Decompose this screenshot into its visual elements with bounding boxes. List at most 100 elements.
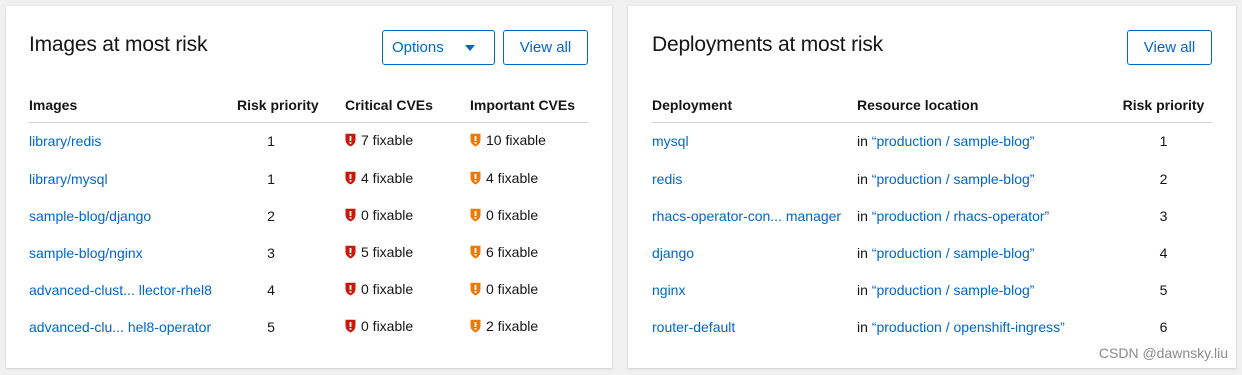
- deployments-table: Deployment Resource location Risk priori…: [652, 89, 1212, 345]
- deployments-card-title: Deployments at most risk: [652, 33, 883, 56]
- images-view-all-button[interactable]: View all: [503, 30, 588, 65]
- important-shield-icon: [470, 171, 481, 184]
- critical-shield-icon: [345, 282, 356, 295]
- critical-cves-value: 0 fixable: [345, 281, 413, 297]
- risk-priority-value: 5: [1159, 281, 1168, 298]
- table-row: advanced-clust... llector-rhel8 4 0 fixabl…: [29, 271, 588, 308]
- resource-location-cell: in “production / sample-blog”: [857, 271, 1115, 308]
- critical-shield-icon: [345, 208, 356, 221]
- important-cves-value: 2 fixable: [470, 318, 538, 334]
- important-shield-icon: [470, 134, 481, 147]
- risk-priority-value: 1: [1159, 133, 1168, 150]
- caret-down-icon: [465, 45, 475, 51]
- deployments-view-all-button[interactable]: View all: [1127, 30, 1212, 65]
- important-shield-icon: [470, 245, 481, 258]
- resource-location-cell: in “production / rhacs-operator”: [857, 197, 1115, 234]
- critical-cves-value: 0 fixable: [345, 207, 413, 223]
- column-header-risk-priority: Risk priority: [237, 89, 339, 123]
- table-row: library/mysql 1 4 fixable 4 fixable: [29, 160, 588, 197]
- deployment-link[interactable]: django: [652, 245, 694, 261]
- risk-priority-value: 4: [1159, 244, 1168, 261]
- resource-location-cell: in “production / sample-blog”: [857, 122, 1115, 160]
- important-shield-icon: [470, 208, 481, 221]
- important-fixable-text: 10 fixable: [486, 132, 546, 149]
- important-shield-icon: [470, 319, 481, 332]
- critical-cves-value: 5 fixable: [345, 244, 413, 260]
- column-header-resource-location: Resource location: [857, 89, 1115, 123]
- critical-cves-value: 4 fixable: [345, 170, 413, 186]
- deployment-link[interactable]: mysql: [652, 133, 689, 149]
- table-row: library/redis 1 7 fixable 10 fixable: [29, 122, 588, 160]
- resource-location-cell: in “production / sample-blog”: [857, 160, 1115, 197]
- watermark: CSDN @dawnsky.liu: [1098, 345, 1228, 361]
- resource-location-link[interactable]: “production / sample-blog”: [872, 133, 1035, 149]
- column-header-risk-priority: Risk priority: [1115, 89, 1212, 123]
- critical-fixable-text: 0 fixable: [361, 317, 414, 334]
- deployment-link[interactable]: redis: [652, 171, 682, 187]
- important-cves-value: 6 fixable: [470, 244, 538, 260]
- important-fixable-text: 2 fixable: [486, 317, 539, 334]
- column-header-critical-cves: Critical CVEs: [339, 89, 470, 123]
- critical-shield-icon: [345, 245, 356, 258]
- images-card-title: Images at most risk: [29, 33, 208, 56]
- location-prefix: in: [857, 133, 868, 150]
- critical-fixable-text: 5 fixable: [361, 243, 414, 260]
- deployments-table-header: Deployment Resource location Risk priori…: [652, 89, 1212, 123]
- resource-location-link[interactable]: “production / openshift-ingress”: [872, 319, 1065, 335]
- table-row: sample-blog/django 2 0 fixable 0 fixable: [29, 197, 588, 234]
- deployment-link[interactable]: rhacs-operator-con... manager: [652, 208, 841, 224]
- location-prefix: in: [857, 207, 868, 224]
- images-table: Images Risk priority Critical CVEs Impor…: [29, 89, 588, 345]
- critical-shield-icon: [345, 171, 356, 184]
- risk-priority-value: 1: [267, 170, 275, 187]
- table-row: nginx in “production / sample-blog” 5: [652, 271, 1212, 308]
- risk-priority-value: 5: [267, 318, 275, 335]
- table-row: redis in “production / sample-blog” 2: [652, 160, 1212, 197]
- image-link[interactable]: advanced-clust... llector-rhel8: [29, 282, 212, 298]
- important-cves-value: 10 fixable: [470, 132, 546, 148]
- location-prefix: in: [857, 244, 868, 261]
- risk-priority-value: 2: [1159, 170, 1168, 187]
- important-fixable-text: 0 fixable: [486, 280, 539, 297]
- resource-location-cell: in “production / openshift-ingress”: [857, 308, 1115, 345]
- location-prefix: in: [857, 281, 868, 298]
- critical-shield-icon: [345, 319, 356, 332]
- critical-fixable-text: 7 fixable: [361, 132, 414, 149]
- risk-priority-value: 3: [267, 244, 275, 261]
- deployment-link[interactable]: nginx: [652, 282, 685, 298]
- important-fixable-text: 4 fixable: [486, 169, 539, 186]
- critical-fixable-text: 0 fixable: [361, 280, 414, 297]
- resource-location-link[interactable]: “production / sample-blog”: [872, 171, 1035, 187]
- column-header-images: Images: [29, 89, 237, 123]
- risk-priority-value: 1: [267, 133, 275, 150]
- important-shield-icon: [470, 282, 481, 295]
- image-link[interactable]: library/mysql: [29, 171, 108, 187]
- critical-fixable-text: 4 fixable: [361, 169, 414, 186]
- resource-location-link[interactable]: “production / sample-blog”: [872, 282, 1035, 298]
- risk-priority-value: 3: [1159, 207, 1168, 224]
- important-cves-value: 4 fixable: [470, 170, 538, 186]
- important-fixable-text: 0 fixable: [486, 206, 539, 223]
- image-link[interactable]: sample-blog/nginx: [29, 245, 143, 261]
- resource-location-link[interactable]: “production / sample-blog”: [872, 245, 1035, 261]
- location-prefix: in: [857, 170, 868, 187]
- image-link[interactable]: library/redis: [29, 133, 101, 149]
- table-row: router-default in “production / openshift…: [652, 308, 1212, 345]
- options-label: Options: [392, 39, 444, 56]
- images-at-most-risk-card: Images at most risk Options View all Ima…: [6, 6, 612, 368]
- risk-priority-value: 4: [267, 281, 275, 298]
- table-row: advanced-clu... hel8-operator 5 0 fixable 2…: [29, 308, 588, 345]
- important-cves-value: 0 fixable: [470, 207, 538, 223]
- location-prefix: in: [857, 318, 868, 335]
- image-link[interactable]: sample-blog/django: [29, 208, 151, 224]
- image-link[interactable]: advanced-clu... hel8-operator: [29, 319, 211, 335]
- options-dropdown[interactable]: Options: [382, 30, 495, 65]
- important-fixable-text: 6 fixable: [486, 243, 539, 260]
- column-header-deployment: Deployment: [652, 89, 857, 123]
- deployments-at-most-risk-card: Deployments at most risk View all Deploy…: [628, 6, 1236, 368]
- table-row: django in “production / sample-blog” 4: [652, 234, 1212, 271]
- resource-location-cell: in “production / sample-blog”: [857, 234, 1115, 271]
- risk-priority-value: 2: [267, 207, 275, 224]
- resource-location-link[interactable]: “production / rhacs-operator”: [872, 208, 1049, 224]
- deployment-link[interactable]: router-default: [652, 319, 735, 335]
